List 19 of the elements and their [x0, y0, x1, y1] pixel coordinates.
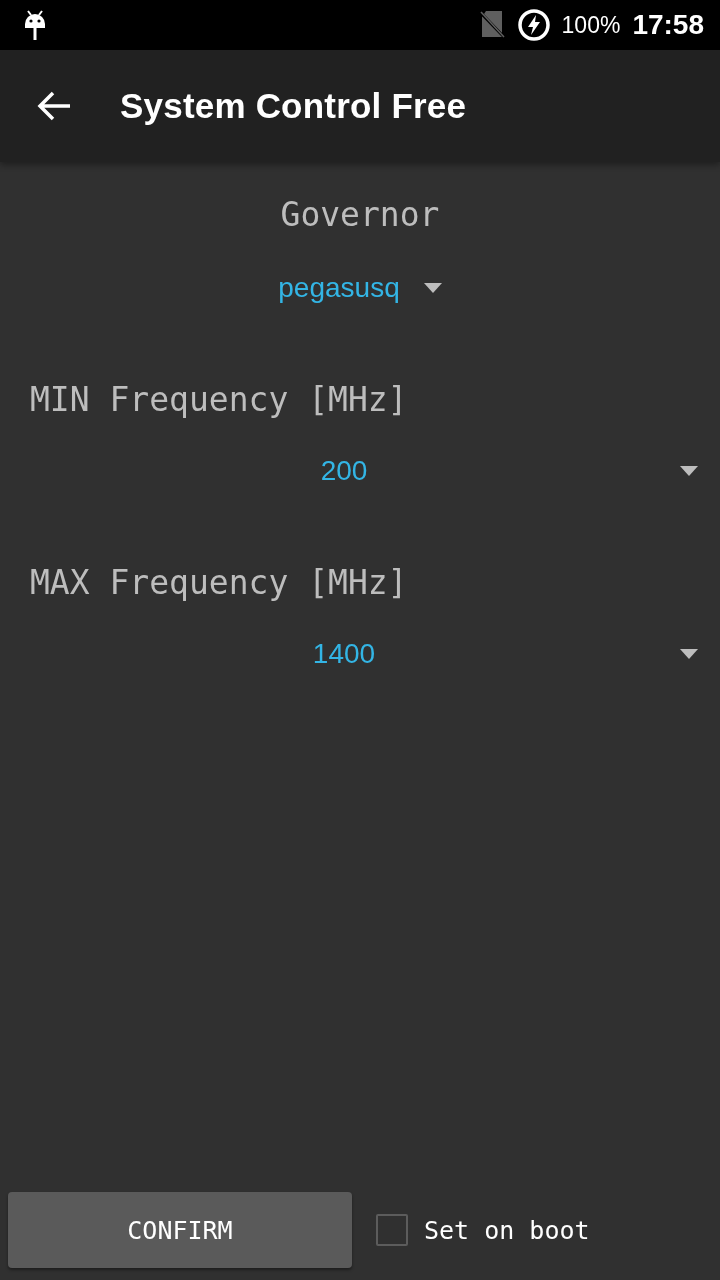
set-on-boot-checkbox[interactable]: [376, 1214, 408, 1246]
no-sim-icon: [479, 11, 506, 39]
frequency-dropdown[interactable]: 200: [0, 439, 720, 503]
back-arrow-icon: [37, 91, 71, 121]
battery-percentage: 100%: [561, 13, 621, 37]
android-robot-icon: [24, 9, 46, 41]
governor-label: Governor: [280, 195, 440, 235]
battery-charging-icon: [517, 9, 550, 41]
frequency-label: MAX Frequency [MHz]: [30, 563, 408, 603]
dropdown-caret-icon: [680, 649, 698, 659]
confirm-button[interactable]: CONFIRM: [8, 1192, 352, 1268]
governor-dropdown[interactable]: pegasusq: [268, 256, 452, 320]
clock-time: 17:58: [632, 11, 704, 39]
set-on-boot-label: Set on boot: [424, 1215, 590, 1245]
dropdown-caret-icon: [680, 466, 698, 476]
frequency-label: MIN Frequency [MHz]: [30, 380, 408, 420]
app-title: System Control Free: [120, 86, 467, 126]
frequency-dropdown[interactable]: 1400: [0, 622, 720, 686]
dropdown-caret-icon: [423, 283, 442, 293]
